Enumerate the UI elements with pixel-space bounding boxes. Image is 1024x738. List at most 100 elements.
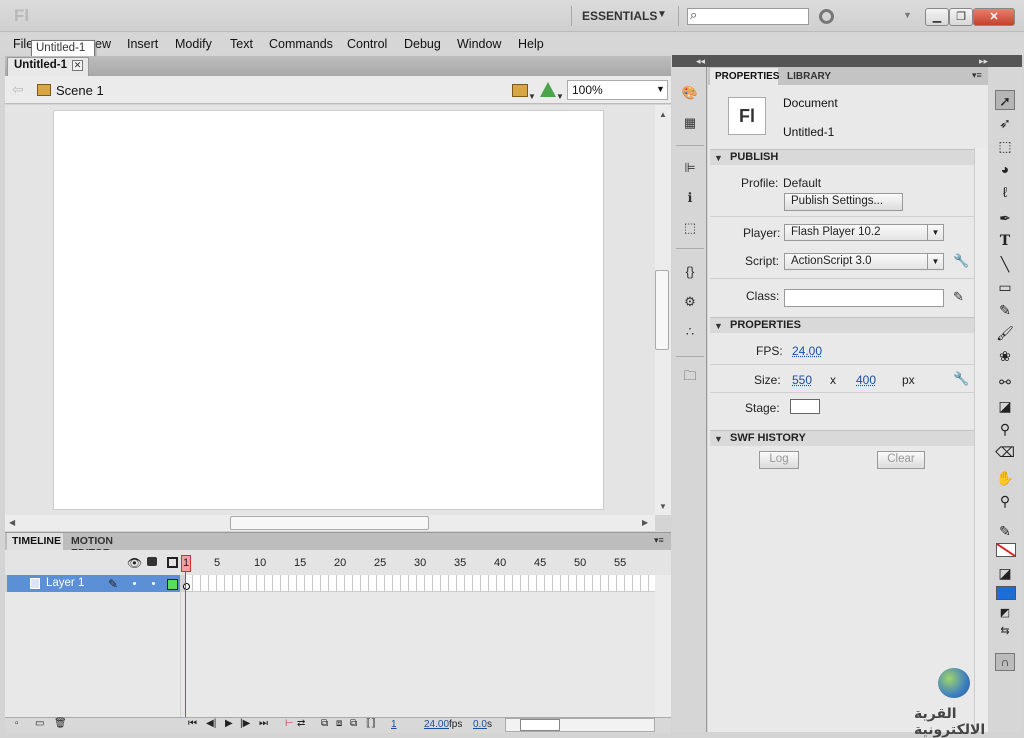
menu-insert[interactable]: Insert <box>127 37 158 51</box>
dock-header[interactable] <box>672 55 1022 67</box>
layer-outline-color[interactable] <box>167 579 178 590</box>
triangle-down-icon[interactable]: ▼ <box>714 321 723 331</box>
free-transform-tool-icon[interactable]: ⬚ <box>995 136 1015 156</box>
chevron-down-icon[interactable]: ▼ <box>657 9 667 20</box>
workspace-switcher[interactable]: ESSENTIALS <box>582 9 657 23</box>
frame-cells[interactable] <box>185 575 655 592</box>
bone-tool-icon[interactable]: ⚯ <box>995 372 1015 392</box>
fill-color-swatch[interactable] <box>996 586 1016 600</box>
deco-tool-icon[interactable]: ❀ <box>995 346 1015 366</box>
frame-rate[interactable]: 24.00 <box>424 719 449 730</box>
zoom-value[interactable]: 100% <box>572 83 603 97</box>
chevron-down-icon[interactable]: ▼ <box>927 225 943 240</box>
code-snippets-icon[interactable]: {} <box>681 264 699 280</box>
wrench-icon[interactable]: 🔧 <box>953 253 969 269</box>
current-frame[interactable]: 1 <box>391 719 397 730</box>
new-folder-icon[interactable]: ▭ <box>35 718 44 729</box>
selection-tool-icon[interactable]: ➚ <box>995 90 1015 110</box>
elapsed-time[interactable]: 0.0 <box>473 719 487 730</box>
info-icon[interactable]: ℹ <box>681 190 699 206</box>
paint-bucket-tool-icon[interactable]: ◪ <box>995 396 1015 416</box>
center-frame-icon[interactable]: ⊢ <box>285 718 294 729</box>
edit-scene-icon[interactable] <box>512 84 528 97</box>
chevron-down-icon[interactable]: ▼ <box>927 254 943 269</box>
outline-icon[interactable] <box>167 557 178 568</box>
onion-skin-icon[interactable]: ⧉ <box>321 718 328 729</box>
publish-header[interactable]: PUBLISH <box>730 151 778 163</box>
play-icon[interactable]: ▶ <box>225 718 233 729</box>
line-tool-icon[interactable]: ╲ <box>995 254 1015 274</box>
chevron-down-icon[interactable]: ▼ <box>903 10 912 20</box>
trash-icon[interactable]: 🗑 <box>54 718 67 729</box>
minimize-button[interactable]: ▁ <box>925 8 949 26</box>
zoom-tool-icon[interactable]: ⚲ <box>995 491 1015 511</box>
scene-label[interactable]: Scene 1 <box>56 83 104 98</box>
pencil-icon[interactable]: ✎ <box>953 289 964 305</box>
publish-settings-button[interactable]: Publish Settings... <box>784 193 903 211</box>
lock-dot[interactable] <box>152 582 155 585</box>
stage-color-swatch[interactable] <box>790 399 820 414</box>
search-input[interactable] <box>687 8 809 25</box>
text-tool-icon[interactable]: T <box>995 231 1015 251</box>
menu-window[interactable]: Window <box>457 37 501 51</box>
new-layer-icon[interactable]: ▫ <box>15 718 19 729</box>
stage[interactable] <box>53 110 604 510</box>
back-arrow-icon[interactable]: ⇦ <box>12 81 24 98</box>
scroll-up-arrow[interactable]: ▲ <box>659 110 667 119</box>
pencil-tool-icon[interactable]: ✎ <box>995 300 1015 320</box>
components-icon[interactable]: ⚙ <box>681 294 699 310</box>
tab-timeline[interactable]: TIMELINE <box>7 533 63 550</box>
horizontal-scroll-thumb[interactable] <box>230 516 429 530</box>
3d-rotation-tool-icon[interactable]: ◕ <box>995 159 1015 179</box>
lasso-tool-icon[interactable]: ℓ <box>995 182 1015 202</box>
cs-live-icon[interactable] <box>819 9 834 24</box>
eraser-tool-icon[interactable]: ⌫ <box>995 442 1015 462</box>
close-icon[interactable]: ✕ <box>72 60 83 71</box>
onion-markers-icon[interactable]: ⟦⟧ <box>366 718 376 729</box>
onion-outline-icon[interactable]: ⧈ <box>336 718 342 729</box>
edit-multiple-icon[interactable]: ⧉ <box>350 718 357 729</box>
tab-properties[interactable]: PROPERTIES <box>710 68 779 85</box>
document-name[interactable]: Untitled-1 <box>783 125 834 139</box>
triangle-down-icon[interactable]: ▼ <box>714 153 723 163</box>
wrench-icon[interactable]: 🔧 <box>953 371 969 387</box>
timeline-vertical-scrollbar[interactable] <box>655 575 671 717</box>
swf-history-header[interactable]: SWF HISTORY <box>730 432 806 444</box>
scroll-down-arrow[interactable]: ▼ <box>659 502 667 511</box>
go-last-icon[interactable]: ⏭ <box>259 718 268 729</box>
close-button[interactable]: ✕ <box>973 8 1015 26</box>
height-value[interactable]: 400 <box>856 373 876 387</box>
properties-header[interactable]: PROPERTIES <box>730 319 801 331</box>
menu-debug[interactable]: Debug <box>404 37 441 51</box>
fps-value[interactable]: 24.00 <box>792 344 822 358</box>
swap-colors-icon[interactable]: ⇆ <box>995 621 1015 641</box>
step-back-icon[interactable]: ◀| <box>206 718 216 729</box>
eyedropper-tool-icon[interactable]: ⚲ <box>995 419 1015 439</box>
triangle-down-icon[interactable]: ▼ <box>714 434 723 444</box>
visibility-dot[interactable] <box>133 582 136 585</box>
log-button[interactable]: Log <box>759 451 799 469</box>
timeline-scroll-thumb[interactable] <box>520 719 560 731</box>
menu-modify[interactable]: Modify <box>175 37 212 51</box>
chevron-down-icon[interactable]: ▼ <box>656 84 665 94</box>
project-icon[interactable]: 🗀 <box>681 368 699 384</box>
rectangle-tool-icon[interactable]: ▭ <box>995 277 1015 297</box>
player-dropdown[interactable]: Flash Player 10.2 ▼ <box>784 224 944 241</box>
vertical-scroll-thumb[interactable] <box>655 270 669 350</box>
color-palette-icon[interactable]: 🎨 <box>681 85 699 101</box>
loop-icon[interactable]: ⇄ <box>297 718 305 729</box>
chevron-down-icon[interactable]: ▼ <box>556 92 564 101</box>
stroke-color-swatch[interactable] <box>996 543 1016 557</box>
eye-icon[interactable]: 👁 <box>127 556 142 570</box>
tab-library[interactable]: LIBRARY <box>782 68 842 85</box>
snap-to-objects-icon[interactable]: ∩ <box>995 653 1015 671</box>
scroll-left-arrow[interactable]: ◀ <box>9 518 15 527</box>
step-forward-icon[interactable]: |▶ <box>240 718 250 729</box>
panel-menu-icon[interactable]: ▾≡ <box>972 70 982 81</box>
panel-menu-icon[interactable]: ▾≡ <box>654 535 664 546</box>
lock-icon[interactable] <box>147 557 157 566</box>
subselection-tool-icon[interactable]: ➶ <box>995 113 1015 133</box>
scroll-right-arrow[interactable]: ▶ <box>642 518 648 527</box>
clear-button[interactable]: Clear <box>877 451 925 469</box>
menu-view-suffix[interactable]: ew <box>95 37 111 51</box>
